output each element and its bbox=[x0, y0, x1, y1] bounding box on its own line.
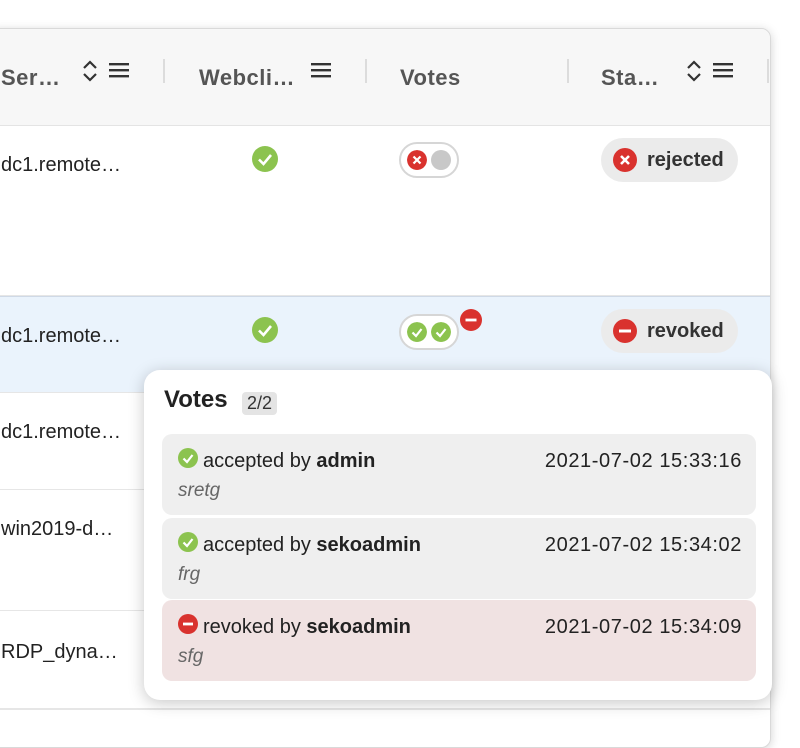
table-row[interactable] bbox=[0, 709, 770, 747]
column-separator[interactable] bbox=[567, 59, 569, 83]
vote-accepted-icon bbox=[431, 322, 451, 342]
popover-title: Votes bbox=[164, 386, 228, 413]
rejected-icon bbox=[613, 148, 637, 172]
table-row[interactable]: dc1.remote… rejected bbox=[0, 126, 770, 296]
votes-count-badge: 2/2 bbox=[242, 392, 278, 415]
vote-entry: accepted by admin 2021-07-02 15:33:16 sr… bbox=[162, 434, 756, 515]
check-circle-icon bbox=[252, 146, 278, 172]
server-cell: dc1.remote… bbox=[1, 154, 122, 176]
column-separator[interactable] bbox=[365, 59, 367, 83]
check-circle-icon bbox=[252, 317, 278, 343]
column-separator[interactable] bbox=[767, 59, 769, 83]
menu-server-icon[interactable] bbox=[109, 62, 129, 78]
column-header-votes[interactable]: Votes bbox=[400, 29, 461, 126]
column-header-webclient[interactable]: Webcli… bbox=[199, 29, 295, 126]
column-header-server-label: Ser… bbox=[1, 64, 61, 90]
vote-user: admin bbox=[316, 450, 376, 472]
vote-timestamp: 2021-07-02 15:33:16 bbox=[544, 450, 742, 472]
status-badge: rejected bbox=[601, 138, 738, 182]
status-label: revoked bbox=[647, 319, 724, 342]
vote-comment: frg bbox=[178, 564, 201, 585]
column-header-status[interactable]: Sta… bbox=[601, 29, 659, 126]
vote-user: sekoadmin bbox=[316, 534, 421, 556]
column-header-server[interactable]: Ser… bbox=[1, 29, 60, 126]
vote-timestamp: 2021-07-02 15:34:02 bbox=[544, 534, 742, 556]
revoked-badge-icon bbox=[460, 309, 482, 331]
votes-popover: Votes 2/2 accepted by admin 2021-07-02 1… bbox=[144, 370, 772, 700]
revoked-icon bbox=[178, 613, 198, 634]
votes-indicator[interactable] bbox=[399, 314, 459, 350]
sort-server-icon[interactable] bbox=[81, 59, 99, 83]
menu-status-icon[interactable] bbox=[713, 62, 733, 78]
status-badge: revoked bbox=[601, 309, 738, 353]
vote-comment: sfg bbox=[178, 646, 204, 667]
vote-timestamp: 2021-07-02 15:34:09 bbox=[544, 616, 742, 638]
menu-webclient-icon[interactable] bbox=[311, 62, 331, 78]
column-separator[interactable] bbox=[163, 59, 165, 83]
vote-action: accepted by bbox=[203, 450, 311, 472]
server-cell: dc1.remote… bbox=[1, 421, 122, 443]
vote-action: revoked by bbox=[203, 616, 301, 638]
vote-comment: sretg bbox=[178, 480, 221, 501]
accepted-icon bbox=[178, 531, 198, 552]
table-header: Ser… Webcli… Votes Sta… bbox=[0, 29, 770, 126]
server-cell: RDP_dyna… bbox=[1, 641, 118, 663]
sort-status-icon[interactable] bbox=[685, 59, 703, 83]
vote-pending-icon bbox=[431, 150, 451, 170]
column-header-webclient-label: Webcli… bbox=[199, 64, 296, 90]
accepted-icon bbox=[178, 447, 198, 468]
vote-entry: revoked by sekoadmin 2021-07-02 15:34:09… bbox=[162, 600, 756, 681]
status-label: rejected bbox=[647, 148, 724, 171]
votes-indicator[interactable] bbox=[399, 142, 459, 178]
column-header-votes-label: Votes bbox=[400, 64, 461, 90]
revoked-icon bbox=[613, 319, 637, 343]
vote-user: sekoadmin bbox=[306, 616, 411, 638]
server-cell: win2019-d… bbox=[1, 518, 114, 540]
vote-rejected-icon bbox=[407, 150, 427, 170]
column-header-status-label: Sta… bbox=[601, 64, 660, 90]
vote-action: accepted by bbox=[203, 534, 311, 556]
vote-entry: accepted by sekoadmin 2021-07-02 15:34:0… bbox=[162, 518, 756, 599]
vote-accepted-icon bbox=[407, 322, 427, 342]
server-cell: dc1.remote… bbox=[1, 325, 122, 347]
